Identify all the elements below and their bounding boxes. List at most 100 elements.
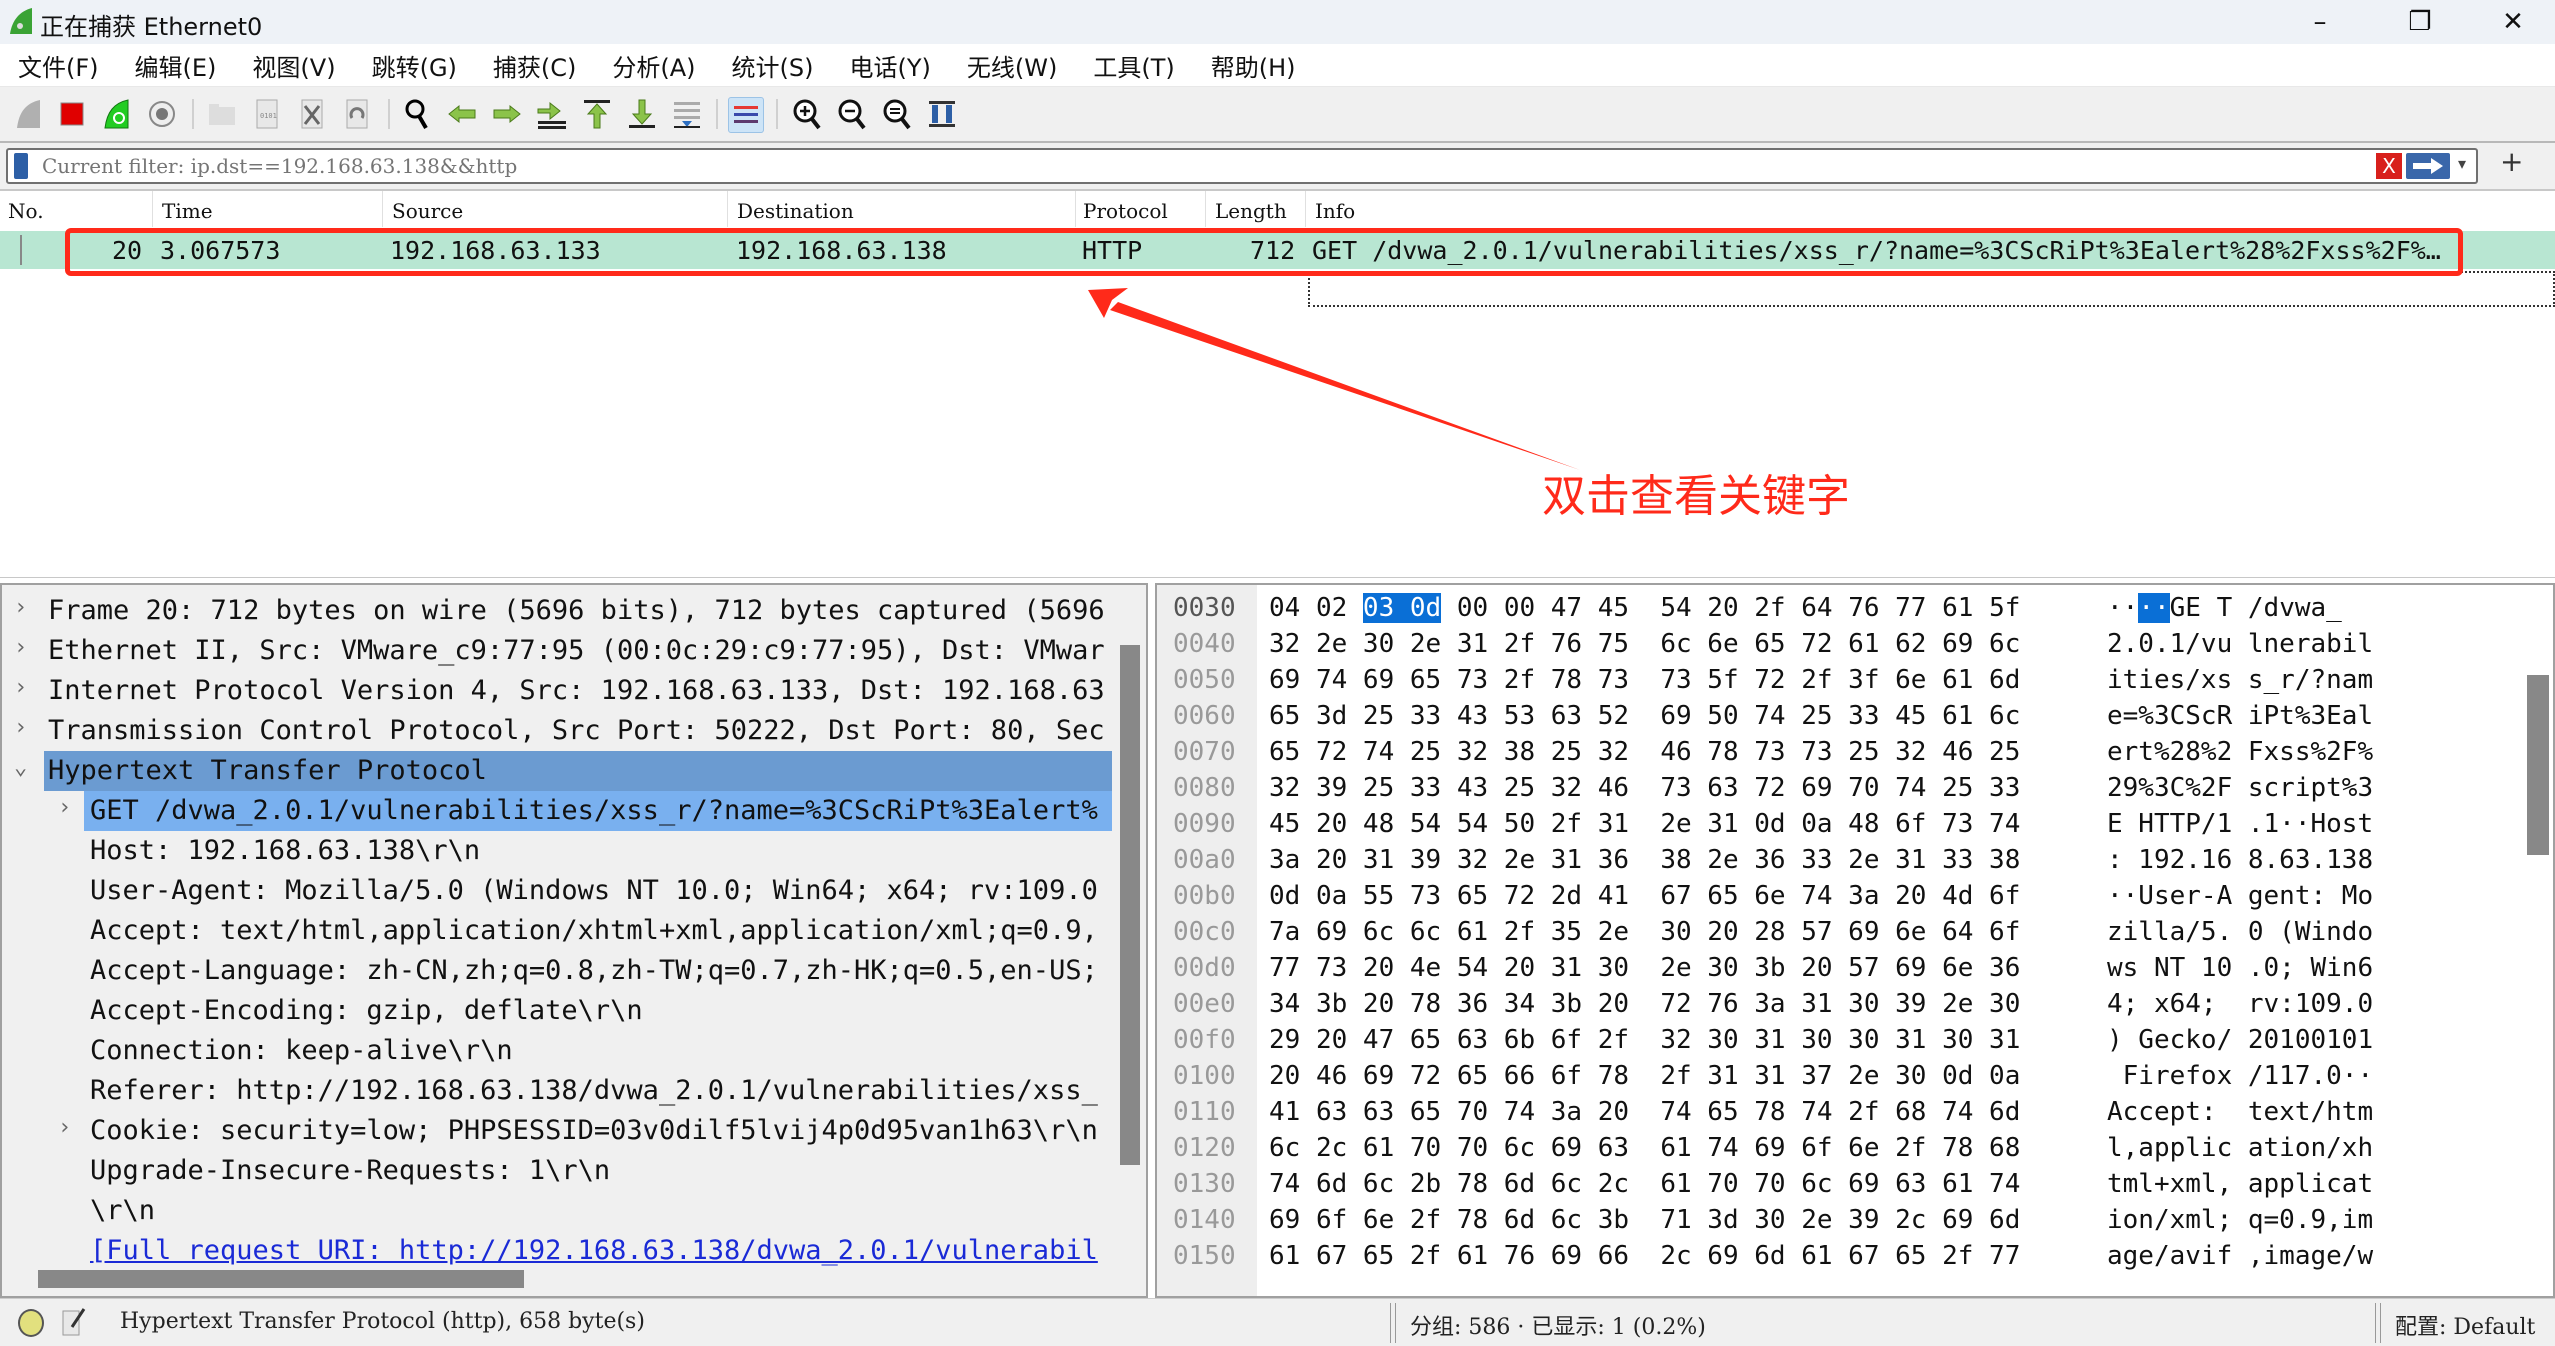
hex-ascii[interactable]: Firefox /117.0·· <box>2107 1061 2373 1091</box>
hex-ascii[interactable]: : 192.16 8.63.138 <box>2107 845 2373 875</box>
detail-row-accept[interactable]: Accept: text/html,application/xhtml+xml,… <box>2 911 1112 951</box>
profile-status[interactable]: 配置: Default <box>2395 1309 2535 1341</box>
column-header-time[interactable]: Time <box>162 199 213 223</box>
close-button[interactable]: ✕ <box>2478 0 2548 44</box>
hex-ascii[interactable]: age/avif ,image/w <box>2107 1241 2373 1271</box>
details-horizontal-scrollbar[interactable] <box>38 1270 524 1288</box>
hex-row[interactable]: 0110 41 63 63 65 70 74 3a 20 74 65 78 74 … <box>1157 1095 2537 1131</box>
column-header-destination[interactable]: Destination <box>737 199 854 223</box>
hex-ascii[interactable]: Accept: text/htm <box>2107 1097 2373 1127</box>
menu-analyze[interactable]: 分析(A) <box>594 48 713 83</box>
hex-ascii[interactable]: ert%28%2 Fxss%2F% <box>2107 737 2373 767</box>
maximize-button[interactable]: ❐ <box>2385 0 2455 44</box>
hex-ascii[interactable]: ws NT 10 .0; Win6 <box>2107 953 2373 983</box>
detail-row-accept-encoding[interactable]: Accept-Encoding: gzip, deflate\r\n <box>2 991 1112 1031</box>
hex-row[interactable]: 0150 61 67 65 2f 61 76 69 66 2c 69 6d 61 … <box>1157 1239 2537 1275</box>
detail-row-connection[interactable]: Connection: keep-alive\r\n <box>2 1031 1112 1071</box>
hex-ascii[interactable]: 4; x64; rv:109.0 <box>2107 989 2373 1019</box>
hex-row[interactable]: 0070 65 72 74 25 32 38 25 32 46 78 73 73 … <box>1157 735 2537 771</box>
hex-row[interactable]: 00e0 34 3b 20 78 36 34 3b 20 72 76 3a 31 … <box>1157 987 2537 1023</box>
selected-ascii[interactable]: ·· <box>2138 593 2170 623</box>
hex-ascii[interactable]: tml+xml, applicat <box>2107 1169 2373 1199</box>
column-header-source[interactable]: Source <box>392 199 463 223</box>
menu-statistics[interactable]: 统计(S) <box>714 48 832 83</box>
hex-ascii[interactable]: ities/xs s_r/?nam <box>2107 665 2373 695</box>
hex-row[interactable]: 0140 69 6f 6e 2f 78 6d 6c 3b 71 3d 30 2e … <box>1157 1203 2537 1239</box>
expand-chevron-icon[interactable]: › <box>14 675 27 700</box>
full-request-uri-link[interactable]: [Full request URI: http://192.168.63.138… <box>90 1235 1098 1266</box>
minimize-button[interactable]: – <box>2285 0 2355 44</box>
hex-ascii[interactable]: ion/xml; q=0.9,im <box>2107 1205 2373 1235</box>
expand-chevron-icon[interactable]: › <box>58 1115 71 1140</box>
hex-ascii[interactable]: 2.0.1/vu lnerabil <box>2107 629 2373 659</box>
expert-info-led-icon[interactable] <box>18 1309 44 1337</box>
hex-row[interactable]: 0040 32 2e 30 2e 31 2f 76 75 6c 6e 65 72 … <box>1157 627 2537 663</box>
detail-row-crlf[interactable]: \r\n <box>2 1191 1112 1231</box>
hex-ascii[interactable]: ··User-A gent: Mo <box>2107 881 2373 911</box>
hex-row[interactable]: 0030 04 02 03 0d 00 00 47 45 54 20 2f 64 … <box>1157 591 2537 627</box>
hex-row[interactable]: 00f0 29 20 47 65 63 6b 6f 2f 32 30 31 30 … <box>1157 1023 2537 1059</box>
start-capture-icon[interactable] <box>12 97 46 131</box>
selected-bytes[interactable]: 03 0d <box>1362 593 1442 623</box>
hex-bytes[interactable]: 65 3d 25 33 43 53 63 52 69 50 74 25 33 4… <box>1269 701 2020 731</box>
expand-chevron-icon[interactable]: › <box>14 635 27 660</box>
filter-history-dropdown-icon[interactable]: ▾ <box>2458 154 2466 173</box>
hex-ascii[interactable]: l,applic ation/xh <box>2107 1133 2373 1163</box>
menu-go[interactable]: 跳转(G) <box>354 48 475 83</box>
zoom-normal-icon[interactable] <box>880 97 914 131</box>
detail-row-tcp[interactable]: › Transmission Control Protocol, Src Por… <box>2 711 1112 751</box>
hex-bytes[interactable]: 41 63 63 65 70 74 3a 20 74 65 78 74 2f 6… <box>1269 1097 2020 1127</box>
hex-bytes[interactable]: 3a 20 31 39 32 2e 31 36 38 2e 36 33 2e 3… <box>1269 845 2020 875</box>
details-vertical-scrollbar[interactable] <box>1120 645 1140 1165</box>
hex-row[interactable]: 00b0 0d 0a 55 73 65 72 2d 41 67 65 6e 74 … <box>1157 879 2537 915</box>
hex-bytes[interactable]: 74 6d 6c 2b 78 6d 6c 2c 61 70 70 6c 69 6… <box>1269 1169 2020 1199</box>
detail-row-user-agent[interactable]: User-Agent: Mozilla/5.0 (Windows NT 10.0… <box>2 871 1112 911</box>
menu-edit[interactable]: 编辑(E) <box>117 48 235 83</box>
hex-bytes[interactable]: 61 67 65 2f 61 76 69 66 2c 69 6d 61 67 6… <box>1269 1241 2020 1271</box>
hex-bytes[interactable]: 77 73 20 4e 54 20 31 30 2e 30 3b 20 57 6… <box>1269 953 2020 983</box>
go-forward-icon[interactable] <box>490 97 524 131</box>
hex-bytes[interactable]: 65 72 74 25 32 38 25 32 46 78 73 73 25 3… <box>1269 737 2020 767</box>
restart-capture-icon[interactable] <box>100 97 134 131</box>
zoom-in-icon[interactable] <box>790 97 824 131</box>
apply-filter-icon[interactable] <box>2406 153 2450 179</box>
menu-capture[interactable]: 捕获(C) <box>475 48 594 83</box>
go-first-icon[interactable] <box>580 97 614 131</box>
hex-bytes[interactable]: 04 02 03 0d 00 00 47 45 54 20 2f 64 76 7… <box>1269 593 2020 623</box>
hex-bytes[interactable]: 34 3b 20 78 36 34 3b 20 72 76 3a 31 30 3… <box>1269 989 2020 1019</box>
detail-row-accept-language[interactable]: Accept-Language: zh-CN,zh;q=0.8,zh-TW;q=… <box>2 951 1112 991</box>
reload-file-icon[interactable] <box>340 97 374 131</box>
go-back-icon[interactable] <box>445 97 479 131</box>
hex-bytes[interactable]: 69 6f 6e 2f 78 6d 6c 3b 71 3d 30 2e 39 2… <box>1269 1205 2020 1235</box>
capture-options-icon[interactable] <box>145 97 179 131</box>
hex-row[interactable]: 0130 74 6d 6c 2b 78 6d 6c 2c 61 70 70 6c … <box>1157 1167 2537 1203</box>
menu-help[interactable]: 帮助(H) <box>1193 48 1314 83</box>
expand-chevron-icon[interactable]: › <box>14 595 27 620</box>
hex-bytes[interactable]: 20 46 69 72 65 66 6f 78 2f 31 31 37 2e 3… <box>1269 1061 2020 1091</box>
menu-telephony[interactable]: 电话(Y) <box>832 48 949 83</box>
hex-ascii[interactable]: E HTTP/1 .1··Host <box>2107 809 2373 839</box>
detail-row-cookie[interactable]: › Cookie: security=low; PHPSESSID=03v0di… <box>2 1111 1112 1151</box>
filter-bookmark-icon[interactable] <box>14 153 28 179</box>
zoom-out-icon[interactable] <box>835 97 869 131</box>
detail-row-referer[interactable]: Referer: http://192.168.63.138/dvwa_2.0.… <box>2 1071 1112 1111</box>
menu-wireless[interactable]: 无线(W) <box>949 48 1075 83</box>
clear-filter-icon[interactable]: X <box>2376 153 2402 179</box>
menu-file[interactable]: 文件(F) <box>0 48 117 83</box>
menu-view[interactable]: 视图(V) <box>234 48 353 83</box>
detail-row-ipv4[interactable]: › Internet Protocol Version 4, Src: 192.… <box>2 671 1112 711</box>
hex-ascii[interactable]: ) Gecko/ 20100101 <box>2107 1025 2373 1055</box>
autoscroll-icon[interactable] <box>670 97 704 131</box>
hex-row[interactable]: 0100 20 46 69 72 65 66 6f 78 2f 31 31 37 … <box>1157 1059 2537 1095</box>
column-header-no[interactable]: No. <box>8 199 44 223</box>
expand-chevron-icon[interactable]: › <box>14 715 27 740</box>
go-to-packet-icon[interactable] <box>535 97 569 131</box>
hex-bytes[interactable]: 32 2e 30 2e 31 2f 76 75 6c 6e 65 72 61 6… <box>1269 629 2020 659</box>
hex-ascii[interactable]: e=%3CScR iPt%3Eal <box>2107 701 2373 731</box>
expand-chevron-icon[interactable]: › <box>58 795 71 820</box>
collapse-chevron-icon[interactable]: ⌄ <box>14 755 27 780</box>
menu-tools[interactable]: 工具(T) <box>1075 48 1192 83</box>
stop-capture-icon[interactable] <box>55 97 89 131</box>
hex-row[interactable]: 0060 65 3d 25 33 43 53 63 52 69 50 74 25 … <box>1157 699 2537 735</box>
detail-row-frame[interactable]: › Frame 20: 712 bytes on wire (5696 bits… <box>2 591 1112 631</box>
